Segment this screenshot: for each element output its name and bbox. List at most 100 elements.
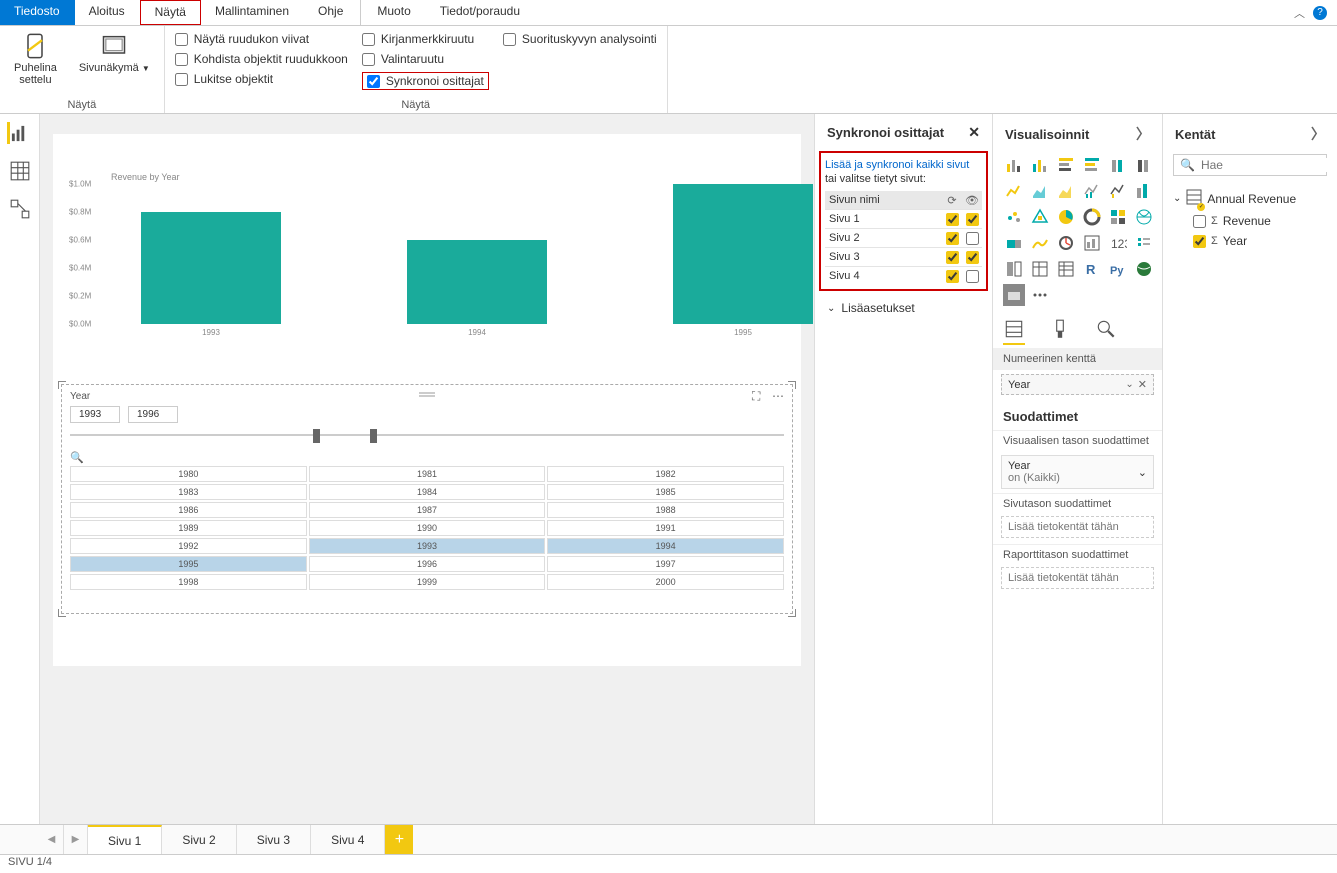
field-row[interactable]: Σ Year	[1173, 231, 1327, 251]
report-view-icon[interactable]	[7, 122, 29, 144]
perf-analyzer-checkbox[interactable]: Suorituskyvyn analysointi	[503, 32, 657, 46]
sync-slicers-checkbox[interactable]: Synkronoi osittajat	[367, 74, 484, 88]
viz-type-icon[interactable]	[1003, 284, 1025, 306]
slicer-to-input[interactable]: 1996	[128, 406, 178, 423]
analytics-tab-icon[interactable]	[1095, 318, 1117, 340]
sync-checkbox[interactable]	[946, 270, 959, 283]
slicer-cell[interactable]: 2000	[547, 574, 784, 590]
page-view-button[interactable]: Sivunäkymä ▼	[75, 30, 154, 97]
report-canvas[interactable]: Revenue by Year $1.0M $0.8M $0.6M $0.4M …	[53, 134, 801, 666]
selection-checkbox[interactable]: Valintaruutu	[362, 52, 489, 66]
slider-thumb-to[interactable]	[370, 429, 377, 443]
slicer-cell[interactable]: 1998	[70, 574, 307, 590]
menu-format[interactable]: Muoto	[363, 0, 425, 25]
viz-type-icon[interactable]	[1003, 258, 1025, 280]
viz-type-icon[interactable]	[1081, 206, 1103, 228]
format-tab-icon[interactable]	[1049, 318, 1071, 340]
slicer-cell[interactable]: 1992	[70, 538, 307, 554]
viz-type-icon[interactable]	[1003, 232, 1025, 254]
fields-search-input[interactable]	[1201, 158, 1337, 172]
slicer-cell[interactable]: 1993	[309, 538, 546, 554]
slicer-cell[interactable]: 1995	[70, 556, 307, 572]
page-tab[interactable]: Sivu 3	[237, 825, 311, 854]
chevron-down-icon[interactable]: ⌄	[1138, 466, 1147, 479]
slicer-cell[interactable]: 1996	[309, 556, 546, 572]
add-page-button[interactable]: +	[385, 825, 413, 854]
resize-handle-bl[interactable]	[58, 609, 66, 617]
slicer-cell[interactable]: 1991	[547, 520, 784, 536]
fields-tab-icon[interactable]	[1003, 318, 1025, 340]
remove-field-icon[interactable]: ✕	[1138, 378, 1147, 391]
visible-checkbox[interactable]	[966, 232, 979, 245]
viz-type-icon[interactable]	[1081, 180, 1103, 202]
slicer-cell[interactable]: 1988	[547, 502, 784, 518]
viz-type-icon[interactable]	[1081, 232, 1103, 254]
slicer-cell[interactable]: 1982	[547, 466, 784, 482]
phone-layout-button[interactable]: Puhelina settelu	[10, 30, 61, 97]
field-row[interactable]: Σ Revenue	[1173, 211, 1327, 231]
slicer-cell[interactable]: 1990	[309, 520, 546, 536]
viz-type-icon[interactable]: Py	[1107, 258, 1129, 280]
sync-checkbox[interactable]	[946, 251, 959, 264]
viz-type-icon[interactable]	[1029, 284, 1051, 306]
sync-checkbox[interactable]	[946, 213, 959, 226]
chevron-down-icon[interactable]: ⌄	[1125, 379, 1133, 390]
drag-handle-icon[interactable]	[419, 387, 435, 393]
resize-handle-tl[interactable]	[58, 381, 66, 389]
viz-type-icon[interactable]	[1133, 206, 1155, 228]
slicer-cell[interactable]: 1997	[547, 556, 784, 572]
show-gridlines-checkbox[interactable]: Näytä ruudukon viivat	[175, 32, 348, 46]
field-checkbox[interactable]	[1193, 235, 1206, 248]
viz-type-icon[interactable]	[1055, 180, 1077, 202]
slicer-cell[interactable]: 1980	[70, 466, 307, 482]
slicer-slider[interactable]	[70, 427, 784, 443]
revenue-chart[interactable]: Revenue by Year $1.0M $0.8M $0.6M $0.4M …	[61, 180, 793, 380]
slicer-cell[interactable]: 1984	[309, 484, 546, 500]
viz-type-icon[interactable]: R	[1081, 258, 1103, 280]
snap-to-grid-checkbox[interactable]: Kohdista objektit ruudukkoon	[175, 52, 348, 66]
slicer-cell[interactable]: 1987	[309, 502, 546, 518]
lock-objects-checkbox[interactable]: Lukitse objektit	[175, 72, 348, 86]
slicer-cell[interactable]: 1983	[70, 484, 307, 500]
resize-handle-tr[interactable]	[788, 381, 796, 389]
page-next-icon[interactable]: ▶	[64, 825, 88, 854]
slider-thumb-from[interactable]	[313, 429, 320, 443]
page-prev-icon[interactable]: ◀	[40, 825, 64, 854]
viz-type-icon[interactable]	[1029, 154, 1051, 176]
menu-modeling[interactable]: Mallintaminen	[201, 0, 304, 25]
viz-type-icon[interactable]	[1029, 232, 1051, 254]
viz-type-icon[interactable]	[1107, 154, 1129, 176]
page-tab[interactable]: Sivu 4	[311, 825, 385, 854]
search-icon[interactable]: 🔍	[70, 451, 784, 464]
viz-type-icon[interactable]	[1055, 154, 1077, 176]
viz-type-icon[interactable]	[1003, 180, 1025, 202]
data-view-icon[interactable]	[9, 160, 31, 182]
menu-data-drill[interactable]: Tiedot/poraudu	[426, 0, 535, 25]
slicer-cell[interactable]: 1986	[70, 502, 307, 518]
viz-type-icon[interactable]	[1133, 258, 1155, 280]
viz-type-icon[interactable]	[1133, 154, 1155, 176]
slicer-cell[interactable]: 1985	[547, 484, 784, 500]
viz-type-icon[interactable]	[1107, 180, 1129, 202]
bookmarks-checkbox[interactable]: Kirjanmerkkiruutu	[362, 32, 489, 46]
slicer-cell[interactable]: 1999	[309, 574, 546, 590]
viz-type-icon[interactable]	[1055, 206, 1077, 228]
viz-type-icon[interactable]	[1003, 206, 1025, 228]
close-icon[interactable]: ✕	[968, 124, 980, 141]
model-view-icon[interactable]	[9, 198, 31, 220]
expand-arrow-icon[interactable]: 〉	[1136, 124, 1150, 144]
menu-help[interactable]: Ohje	[304, 0, 358, 25]
report-filter-drop[interactable]: Lisää tietokentät tähän	[1001, 567, 1154, 589]
viz-type-icon[interactable]	[1055, 258, 1077, 280]
page-tab[interactable]: Sivu 2	[162, 825, 236, 854]
resize-handle-br[interactable]	[788, 609, 796, 617]
more-options-icon[interactable]: ⋯	[772, 389, 786, 403]
viz-type-icon[interactable]	[1029, 180, 1051, 202]
viz-type-icon[interactable]	[1029, 258, 1051, 280]
filter-year[interactable]: Year on (Kaikki) ⌄	[1001, 455, 1154, 489]
field-checkbox[interactable]	[1193, 215, 1206, 228]
viz-type-icon[interactable]	[1133, 232, 1155, 254]
viz-type-icon[interactable]: 123	[1107, 232, 1129, 254]
menu-home[interactable]: Aloitus	[75, 0, 140, 25]
collapse-ribbon-icon[interactable]: ︿	[1294, 5, 1305, 21]
